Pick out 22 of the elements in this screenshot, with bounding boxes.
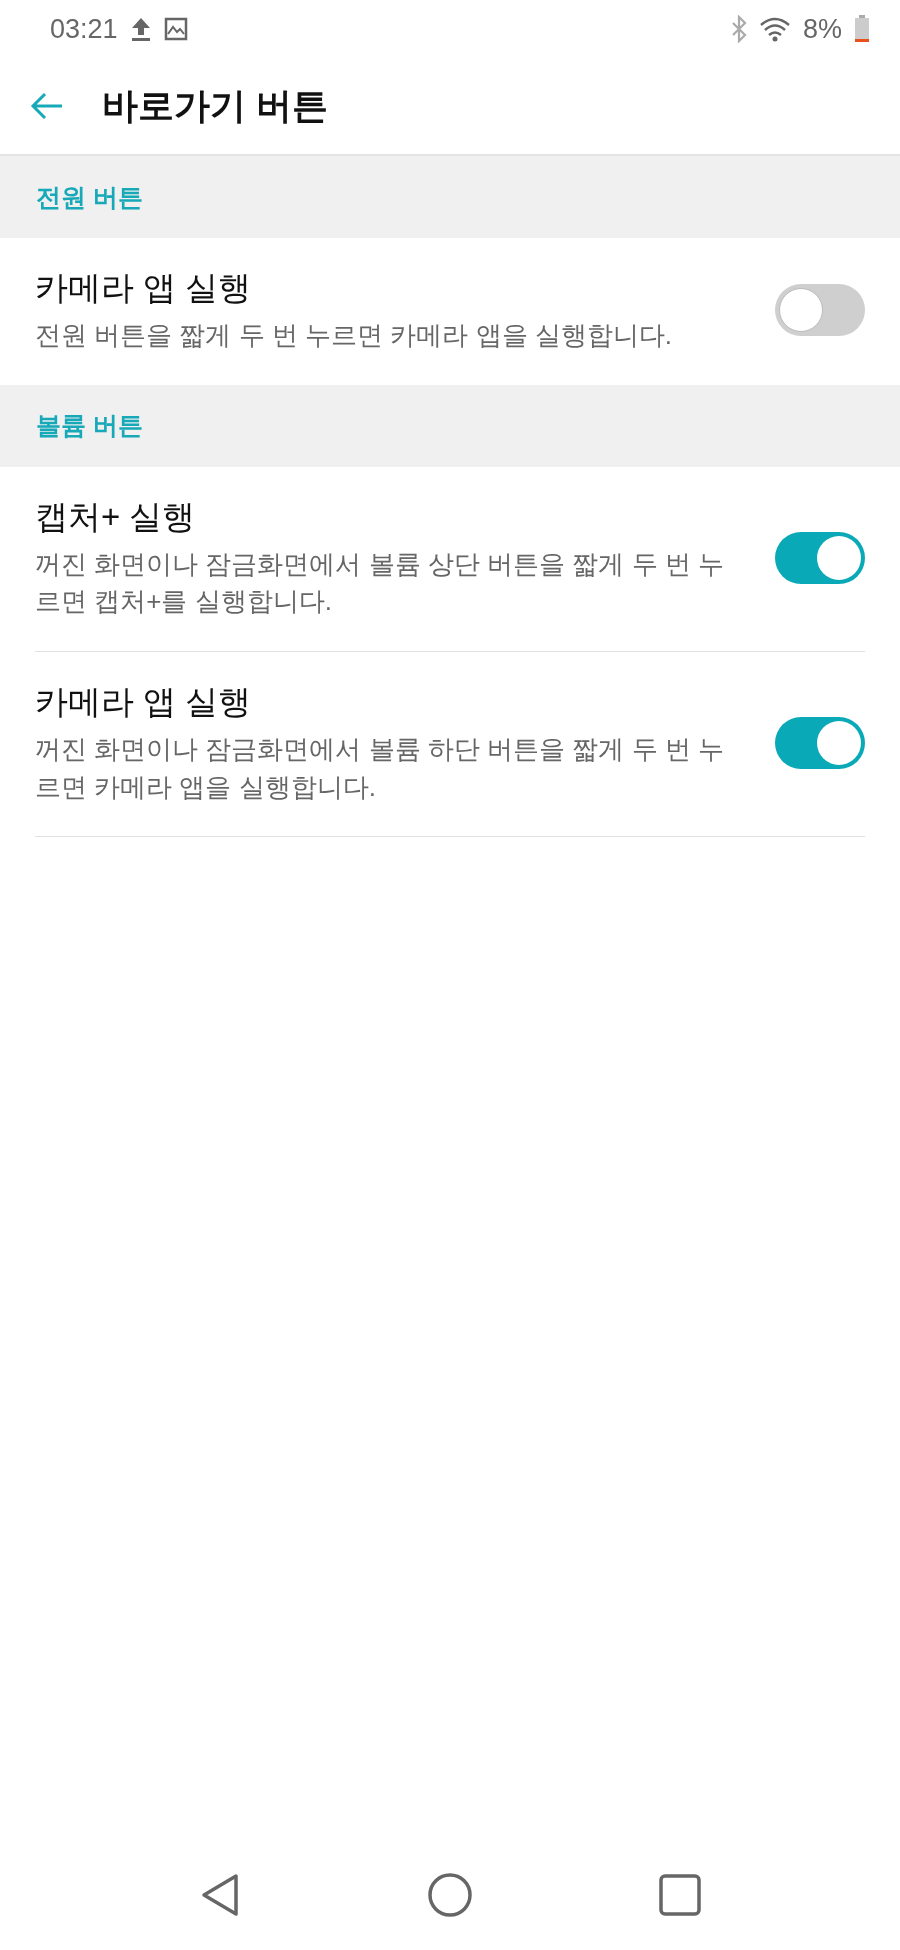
toggle-switch[interactable] — [775, 531, 865, 584]
section-title: 전원 버튼 — [36, 181, 143, 213]
image-icon — [163, 17, 188, 41]
wifi-icon — [758, 16, 791, 42]
battery-percent: 8% — [802, 13, 842, 45]
toggle-switch[interactable] — [775, 717, 865, 770]
section-title: 볼륨 버튼 — [36, 410, 143, 442]
setting-description: 전원 버튼을 짧게 두 번 누르면 카메라 앱을 실행합니다. — [35, 319, 673, 352]
back-button[interactable] — [30, 92, 64, 120]
setting-title: 캡처+ 실행 — [35, 496, 197, 537]
home-nav-button[interactable] — [427, 1872, 473, 1918]
upload-icon — [129, 16, 152, 42]
toggle-switch[interactable] — [775, 284, 865, 337]
setting-title: 카메라 앱 실행 — [35, 268, 253, 308]
status-time: 03:21 — [50, 13, 118, 45]
setting-title: 카메라 앱 실행 — [35, 682, 253, 723]
bluetooth-icon — [730, 15, 747, 43]
recents-nav-button[interactable] — [658, 1873, 702, 1917]
battery-icon — [854, 15, 870, 43]
setting-description: 꺼진 화면이나 잠금화면에서 볼륨 상단 버튼을 짧게 두 번 누르면 캡처+를 실행합니다. — [35, 547, 725, 619]
setting-description: 꺼진 화면이나 잠금화면에서 볼륨 하단 버튼을 짧게 두 번 누르면 카메라 앱을 실행합니다. — [35, 733, 725, 804]
page-title: 바로가기 버튼 — [102, 83, 328, 128]
